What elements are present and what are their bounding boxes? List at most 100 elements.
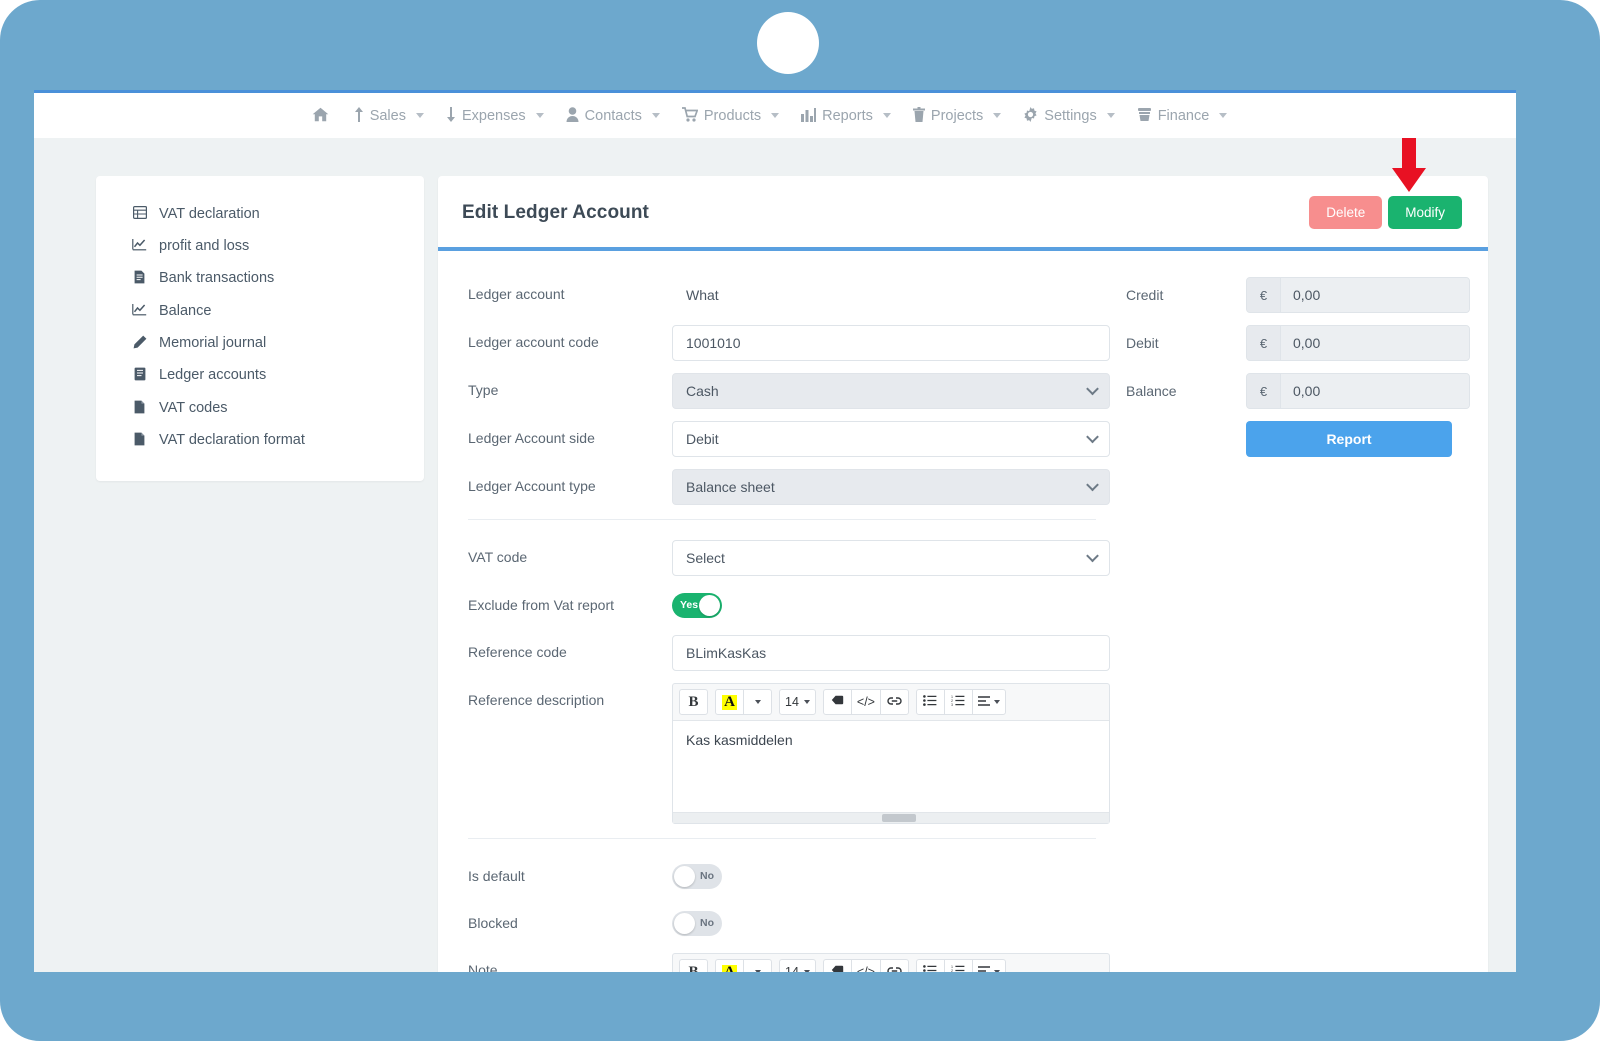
nav-label: Sales [369,107,406,124]
bold-button[interactable]: B [679,959,708,972]
modify-button[interactable]: Modify [1388,196,1462,229]
chevron-down-icon [771,113,780,118]
sidebar-item-balance[interactable]: Balance [96,295,424,327]
field-ledger-account-code: Ledger account code [454,325,1110,361]
ledger-account-code-input[interactable] [672,325,1110,361]
link-button[interactable] [879,689,909,715]
nav-item-finance[interactable]: Finance [1126,107,1239,124]
summary-credit: Credit € 0,00 [1126,277,1470,313]
sidebar-item-ledger-accounts[interactable]: Ledger accounts [96,359,424,392]
sidebar-item-vat-declaration[interactable]: VAT declaration [96,198,424,230]
field-label: Ledger account [468,286,565,302]
eraser-button[interactable] [822,959,852,972]
text-color-icon: A [722,964,737,972]
field-type: Type Cash [454,373,1110,409]
sidebar-item-profit-and-loss[interactable]: profit and loss [96,230,424,262]
file-icon [132,432,147,449]
balance-field[interactable]: € 0,00 [1246,373,1470,409]
link-button[interactable] [879,959,909,972]
ordered-list-button[interactable]: 123 [943,959,973,972]
section-divider [468,838,1096,839]
debit-value: 0,00 [1281,326,1469,360]
sidebar-item-label: Bank transactions [159,270,275,287]
camera-notch [757,12,819,74]
sidebar-item-label: VAT declaration [159,206,260,222]
credit-field[interactable]: € 0,00 [1246,277,1470,313]
font-size-value: 14 [785,965,799,972]
field-note: Note B A 14 </> 1 2 [454,953,1110,972]
debit-field[interactable]: € 0,00 [1246,325,1470,361]
nav-item-home[interactable] [312,107,343,124]
chevron-down-icon [754,700,761,704]
nav-item-sales[interactable]: Sales [343,107,435,124]
code-button[interactable]: </> [850,689,881,715]
is-default-toggle[interactable]: No [672,864,722,889]
unordered-list-button[interactable] [915,689,945,715]
book-icon [132,367,147,384]
chevron-down-icon [993,113,1002,118]
text-color-dropdown[interactable] [743,689,772,715]
toggle-label: No [700,870,714,882]
chevron-down-icon [415,113,424,118]
field-label: Note [468,962,498,972]
reference-code-input[interactable] [672,635,1110,671]
device-frame: Sales Expenses Contacts Products Reports… [0,0,1600,1041]
ordered-list-icon: 123 [951,965,965,972]
align-button[interactable] [971,689,1006,715]
editor-horizontal-scrollbar[interactable] [673,812,1109,823]
sidebar-item-label: profit and loss [159,238,250,254]
card-header: Edit Ledger Account Delete Modify [438,176,1488,251]
editor-toolbar: B A 14 [673,684,1109,720]
sidebar-item-vat-codes[interactable]: VAT codes [96,392,424,425]
nav-item-contacts[interactable]: Contacts [555,107,671,124]
text-color-button[interactable]: A [715,959,744,972]
toggle-label: No [700,917,714,929]
summary-debit: Debit € 0,00 [1126,325,1470,361]
bold-button[interactable]: B [679,689,708,715]
summary-column: Credit € 0,00 Debit € 0,00 Balance € 0,0… [1110,277,1488,972]
gear-icon [1023,107,1038,124]
text-color-dropdown[interactable] [743,959,772,972]
user-icon [566,107,579,124]
vat-code-select[interactable]: Select [672,540,1110,576]
nav-item-projects[interactable]: Projects [902,107,1012,124]
form-area: Ledger account Ledger account code [438,251,1488,972]
font-size-button[interactable]: 14 [779,959,816,972]
ledger-account-input[interactable] [672,277,1110,313]
nav-item-expenses[interactable]: Expenses [435,107,555,124]
exclude-from-vat-toggle[interactable]: Yes [672,593,722,618]
sidebar-item-bank-transactions[interactable]: Bank transactions [96,262,424,295]
ordered-list-button[interactable]: 123 [943,689,973,715]
code-button[interactable]: </> [850,959,881,972]
svg-text:3: 3 [951,703,953,706]
type-select[interactable]: Cash [672,373,1110,409]
browser-page: Sales Expenses Contacts Products Reports… [34,90,1516,972]
chevron-down-icon [535,113,544,118]
font-size-button[interactable]: 14 [779,689,816,715]
nav-item-settings[interactable]: Settings [1012,107,1125,124]
delete-button[interactable]: Delete [1309,196,1383,229]
reference-description-body[interactable]: Kas kasmiddelen [673,720,1109,812]
file-icon [132,400,147,417]
sidebar-item-memorial-journal[interactable]: Memorial journal [96,327,424,360]
sidebar-item-vat-declaration-format[interactable]: VAT declaration format [96,424,424,457]
ledger-account-side-select[interactable]: Debit [672,421,1110,457]
chevron-down-icon [754,970,761,972]
scrollbar-thumb[interactable] [882,814,917,822]
toggle-knob [674,913,695,934]
unordered-list-button[interactable] [915,959,945,972]
ledger-account-type-select[interactable]: Balance sheet [672,469,1110,505]
text-color-button[interactable]: A [715,689,744,715]
field-label: Exclude from Vat report [468,597,615,613]
blocked-toggle[interactable]: No [672,911,722,936]
toggle-knob [674,866,695,887]
nav-item-products[interactable]: Products [671,107,790,124]
align-button[interactable] [971,959,1006,972]
euro-icon: € [1247,278,1281,312]
nav-item-reports[interactable]: Reports [790,107,902,124]
chevron-down-icon [803,970,810,972]
eraser-button[interactable] [822,689,852,715]
report-button[interactable]: Report [1246,421,1452,457]
line-chart-icon [132,238,147,254]
header-actions: Delete Modify [1309,196,1462,229]
